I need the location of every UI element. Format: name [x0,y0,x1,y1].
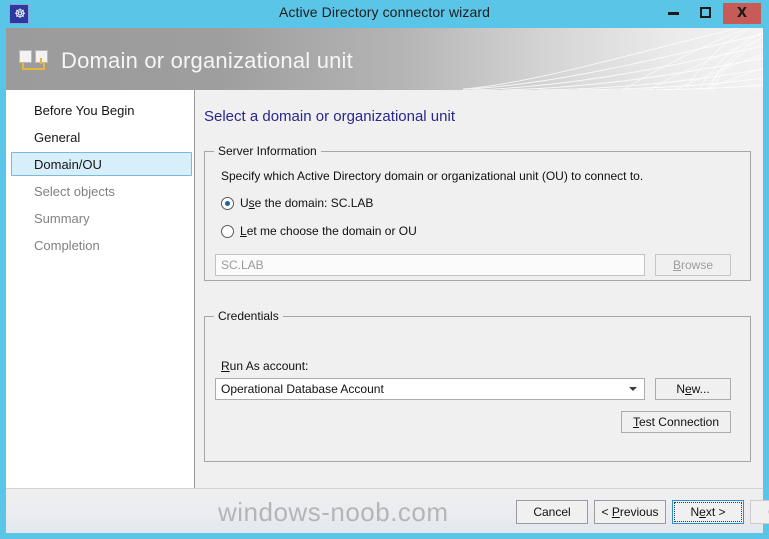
title-bar: ☸ Active Directory connector wizard X [0,0,769,28]
chevron-down-icon [629,387,637,391]
server-information-description: Specify which Active Directory domain or… [221,169,644,183]
minimize-icon [667,12,679,15]
wizard-window: ☸ Active Directory connector wizard X Do… [0,0,769,539]
browse-button[interactable]: Browse [655,254,731,276]
sidebar-item-domain-ou[interactable]: Domain/OU [11,152,192,176]
window-title: Active Directory connector wizard [278,4,491,20]
create-button[interactable]: Create [750,500,769,524]
domain-ou-input[interactable]: SC.LAB [215,254,645,276]
previous-button[interactable]: < Previous [594,500,666,524]
wizard-header: Domain or organizational unit [6,28,763,90]
server-information-group: Server Information Specify which Active … [204,144,751,281]
run-as-account-value: Operational Database Account [221,382,384,396]
maximize-icon [699,7,711,18]
sidebar-item-before-you-begin[interactable]: Before You Begin [11,98,192,122]
close-button[interactable]: X [723,3,761,24]
next-button-focus-ring [674,502,742,522]
maximize-button[interactable] [691,3,719,24]
sidebar-item-general[interactable]: General [11,125,192,149]
sidebar-item-select-objects[interactable]: Select objects [11,179,192,203]
page-title: Select a domain or organizational unit [204,108,455,125]
radio-use-the-domain-mark [221,197,234,210]
radio-let-me-choose-label: Let me choose the domain or OU [240,224,417,238]
header-mesh-graphic [463,28,763,90]
header-title: Domain or organizational unit [61,48,353,73]
radio-use-the-domain-label: Use the domain: SC.LAB [240,196,374,210]
run-as-account-select[interactable]: Operational Database Account [215,378,645,400]
sidebar-item-completion[interactable]: Completion [11,233,192,257]
sidebar-item-summary[interactable]: Summary [11,206,192,230]
wizard-content: Select a domain or organizational unit S… [195,90,763,488]
credentials-group: Credentials Run As account: Operational … [204,309,751,462]
credentials-legend: Credentials [214,309,283,323]
cancel-button[interactable]: Cancel [516,500,588,524]
minimize-button[interactable] [659,3,687,24]
domain-ou-icon [19,50,53,76]
test-connection-button[interactable]: Test Connection [621,411,731,433]
next-button[interactable]: Next > [672,500,744,524]
wizard-step-list: Before You Begin General Domain/OU Selec… [6,90,195,488]
domain-ou-icon-bracket [22,62,45,70]
new-run-as-account-button[interactable]: New... [655,378,731,400]
server-information-legend: Server Information [214,144,321,158]
radio-let-me-choose-mark [221,225,234,238]
run-as-account-label: Run As account: [221,359,309,373]
wizard-footer: Cancel < Previous Next > Create [6,488,769,533]
